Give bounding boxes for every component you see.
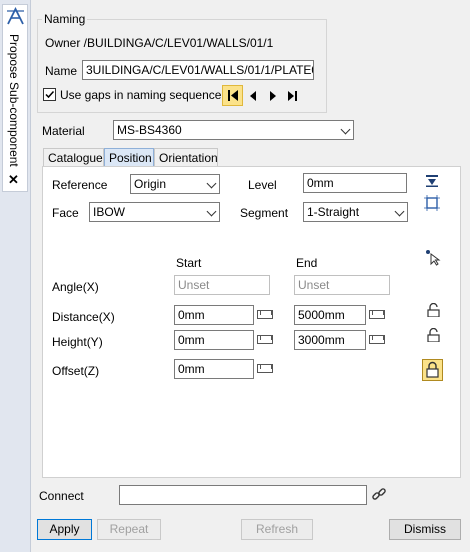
checkmark-icon [45, 90, 55, 99]
distance-end-field[interactable]: 5000mm [294, 305, 366, 325]
name-field[interactable]: 3UILDINGA/C/LEV01/WALLS/01/1/PLATE01 [82, 60, 314, 80]
align-segment-icon[interactable] [424, 195, 440, 211]
distance-label: Distance(X) [52, 310, 115, 324]
first-icon [228, 90, 238, 101]
pick-cursor-icon[interactable] [424, 248, 442, 266]
app-logo-icon [7, 7, 24, 25]
tab-position[interactable]: Position [104, 148, 154, 167]
reference-value: Origin [134, 177, 167, 191]
offset-label: Offset(Z) [52, 364, 100, 378]
offset-start-field[interactable]: 0mm [174, 359, 254, 379]
chevron-down-icon [206, 206, 217, 217]
connect-label: Connect [39, 489, 84, 503]
drop-to-level-icon[interactable] [425, 174, 439, 188]
nav-previous-button[interactable] [245, 86, 263, 106]
reference-label: Reference [52, 178, 108, 192]
close-icon[interactable]: ✕ [8, 173, 19, 187]
distance-start-field[interactable]: 0mm [174, 305, 254, 325]
tab-catalogue[interactable]: Catalogue [43, 148, 104, 167]
chevron-down-icon [394, 206, 405, 217]
side-tab-title: Propose Sub-component [7, 34, 21, 167]
measure-tape-icon[interactable] [257, 310, 273, 319]
measure-tape-icon[interactable] [369, 310, 385, 319]
lock-icon [426, 361, 439, 378]
use-gaps-checkbox[interactable] [43, 88, 56, 101]
chevron-down-icon [206, 178, 217, 189]
height-start-field[interactable]: 0mm [174, 330, 254, 350]
material-select[interactable]: MS-BS4360 [113, 120, 354, 140]
connect-field[interactable] [119, 485, 367, 505]
lock-offset-button[interactable] [422, 359, 443, 381]
face-select[interactable]: IBOW [89, 202, 220, 222]
reference-select[interactable]: Origin [130, 174, 220, 194]
apply-button[interactable]: Apply [37, 519, 92, 540]
nav-first-button[interactable] [222, 85, 243, 106]
chevron-down-icon [340, 124, 351, 135]
nav-next-button[interactable] [264, 86, 282, 106]
name-label: Name [45, 64, 78, 78]
unlock-icon[interactable] [427, 328, 440, 342]
height-label: Height(Y) [52, 335, 103, 349]
segment-label: Segment [240, 206, 289, 220]
measure-tape-icon[interactable] [369, 335, 385, 344]
dismiss-button[interactable]: Dismiss [389, 519, 461, 540]
measure-tape-icon[interactable] [257, 364, 273, 373]
level-field[interactable]: 0mm [303, 173, 407, 193]
level-label: Level [248, 178, 277, 192]
tab-orientation[interactable]: Orientation [154, 148, 218, 167]
end-header: End [296, 256, 318, 270]
face-label: Face [52, 206, 79, 220]
refresh-button[interactable]: Refresh [241, 519, 313, 540]
unlock-icon[interactable] [427, 303, 440, 317]
segment-value: 1-Straight [307, 205, 360, 219]
angle-end-field[interactable]: Unset [294, 275, 390, 295]
use-gaps-label: Use gaps in naming sequence [60, 88, 222, 102]
angle-start-field[interactable]: Unset [174, 275, 270, 295]
nav-last-button[interactable] [283, 86, 303, 106]
naming-legend: Naming [44, 12, 86, 26]
height-end-field[interactable]: 3000mm [294, 330, 366, 350]
link-icon[interactable] [371, 487, 387, 503]
next-icon [270, 91, 276, 101]
material-value: MS-BS4360 [117, 123, 182, 137]
last-icon [288, 91, 297, 101]
owner-text: Owner /BUILDINGA/C/LEV01/WALLS/01/1 [45, 36, 274, 50]
segment-select[interactable]: 1-Straight [303, 202, 408, 222]
repeat-button[interactable]: Repeat [97, 519, 161, 540]
material-label: Material [42, 124, 85, 138]
angle-label: Angle(X) [52, 280, 99, 294]
measure-tape-icon[interactable] [257, 335, 273, 344]
face-value: IBOW [93, 205, 125, 219]
start-header: Start [176, 256, 202, 270]
previous-icon [250, 91, 256, 101]
